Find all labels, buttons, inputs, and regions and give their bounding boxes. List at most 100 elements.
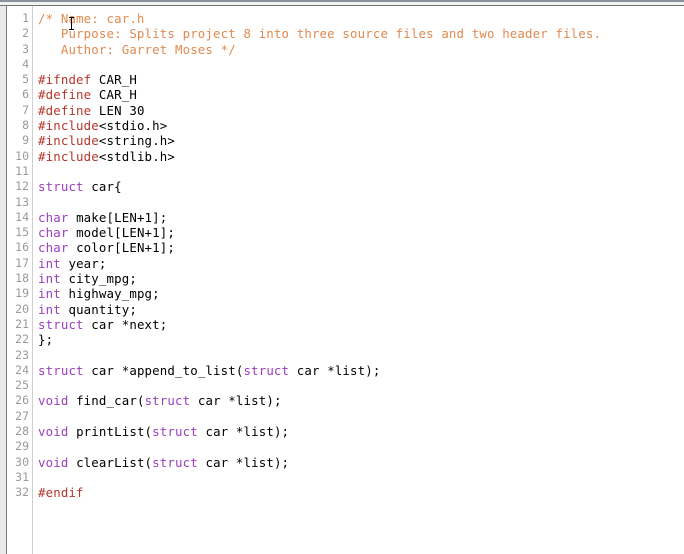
code-line[interactable]: #include<stdlib.h> — [38, 149, 684, 164]
code-line[interactable]: struct car{ — [38, 179, 684, 194]
line-number: 4 — [22, 56, 29, 71]
code-token-keyword: struct — [38, 316, 84, 332]
code-line[interactable]: /* Name: car.h — [38, 11, 684, 26]
code-line[interactable]: #ifndef CAR_H — [38, 72, 684, 87]
code-token-plain: <stdlib.h> — [98, 148, 175, 164]
code-token-plain: clearList( — [68, 454, 153, 470]
code-token-plain: city_mpg; — [60, 271, 137, 287]
code-line[interactable]: #define CAR_H — [38, 87, 684, 102]
code-token-keyword: struct — [152, 454, 198, 470]
code-token-preproc: #include — [38, 133, 99, 149]
line-number: 12 — [15, 179, 29, 194]
code-line[interactable]: void find_car(struct car *list); — [38, 393, 684, 408]
code-token-plain: <stdio.h> — [98, 118, 168, 134]
code-token-keyword: struct — [243, 362, 290, 378]
code-token-plain: car *list); — [197, 454, 290, 470]
code-text-area[interactable]: /* Name: car.h Purpose: Splits project 8… — [34, 6, 684, 554]
code-token-keyword: struct — [144, 393, 191, 409]
line-number: 27 — [15, 408, 29, 423]
code-token-preproc: #define — [38, 102, 92, 118]
code-line[interactable]: int city_mpg; — [38, 271, 684, 286]
code-token-keyword: char — [38, 209, 69, 225]
code-token-keyword: int — [38, 286, 61, 302]
code-token-keyword: char — [38, 240, 69, 256]
line-number: 9 — [22, 133, 29, 148]
code-token-plain: make[LEN+1]; — [68, 209, 168, 225]
line-number: 17 — [15, 255, 29, 270]
code-token-plain: <string.h> — [98, 133, 175, 149]
code-line[interactable]: struct car *next; — [38, 317, 684, 332]
editor-top-band-edge — [0, 0, 684, 2]
code-line[interactable] — [38, 195, 684, 210]
text-caret — [69, 17, 74, 30]
editor-marker-strip[interactable] — [0, 6, 7, 554]
code-token-keyword: char — [38, 225, 69, 241]
code-token-keyword: void — [38, 393, 69, 409]
line-number: 21 — [15, 316, 29, 331]
code-line[interactable]: #define LEN 30 — [38, 103, 684, 118]
line-number: 28 — [15, 424, 29, 439]
code-line[interactable]: char color[LEN+1]; — [38, 240, 684, 255]
line-number: 8 — [22, 118, 29, 133]
line-number: 3 — [22, 41, 29, 56]
line-number: 30 — [15, 454, 29, 469]
code-token-keyword: struct — [38, 179, 84, 195]
code-token-plain: }; — [38, 332, 54, 348]
line-number: 19 — [15, 286, 29, 301]
code-token-plain: car *next; — [83, 316, 168, 332]
code-line[interactable] — [38, 378, 684, 393]
line-number: 29 — [15, 439, 29, 454]
code-line[interactable]: char make[LEN+1]; — [38, 210, 684, 225]
code-line[interactable] — [38, 164, 684, 179]
line-number: 14 — [15, 209, 29, 224]
code-token-plain: CAR_H — [91, 72, 137, 88]
code-line[interactable]: Author: Garret Moses */ — [38, 42, 684, 57]
code-token-preproc: #ifndef — [38, 72, 92, 88]
line-number: 1 — [22, 11, 29, 25]
code-line[interactable]: Purpose: Splits project 8 into three sou… — [38, 26, 684, 41]
line-number: 22 — [15, 332, 29, 347]
line-number: 7 — [22, 102, 29, 117]
code-token-plain: color[LEN+1]; — [68, 240, 175, 256]
code-line[interactable] — [38, 470, 684, 485]
code-token-preproc: #include — [38, 118, 99, 134]
code-line[interactable]: #include<string.h> — [38, 133, 684, 148]
code-token-comment: Purpose: Splits project 8 into three sou… — [38, 26, 602, 42]
code-line[interactable]: int quantity; — [38, 302, 684, 317]
code-token-plain: year; — [60, 255, 107, 271]
code-line[interactable]: int year; — [38, 256, 684, 271]
line-number: 6 — [22, 87, 29, 102]
code-token-plain: car *list); — [190, 393, 282, 409]
code-line[interactable]: void clearList(struct car *list); — [38, 455, 684, 470]
code-line[interactable]: #endif — [38, 485, 684, 500]
code-token-keyword: int — [38, 271, 61, 287]
code-token-plain: model[LEN+1]; — [68, 225, 175, 241]
code-line[interactable]: void printList(struct car *list); — [38, 424, 684, 439]
code-token-plain: find_car( — [68, 393, 145, 409]
code-token-plain: car{ — [83, 179, 122, 195]
code-line[interactable] — [38, 57, 684, 72]
code-line[interactable] — [38, 439, 684, 454]
line-number: 10 — [15, 148, 29, 163]
code-line[interactable] — [38, 348, 684, 363]
code-line[interactable]: struct car *append_to_list(struct car *l… — [38, 363, 684, 378]
code-line[interactable]: }; — [38, 332, 684, 347]
code-line[interactable]: int highway_mpg; — [38, 286, 684, 301]
code-line[interactable] — [38, 409, 684, 424]
line-number: 24 — [15, 362, 29, 377]
code-token-keyword: struct — [152, 424, 198, 440]
code-token-keyword: void — [38, 454, 69, 470]
code-line[interactable]: char model[LEN+1]; — [38, 225, 684, 240]
line-number-gutter[interactable]: 1 2 3 4 5 6 7 8 9 10 11 12 13 14 15 16 17 18 19 20 21 22 23 24 2… — [8, 6, 33, 554]
code-token-keyword: void — [38, 424, 69, 440]
code-token-plain: CAR_H — [91, 87, 137, 103]
line-number-list: 1 2 3 4 5 6 7 8 9 10 11 12 13 14 15 16 17 18 19 20 21 22 23 24 2… — [8, 6, 32, 501]
code-token-plain: car *list); — [197, 424, 290, 440]
code-line[interactable]: #include<stdio.h> — [38, 118, 684, 133]
line-number: 25 — [15, 378, 29, 393]
line-number: 32 — [15, 485, 29, 500]
code-token-plain: car *append_to_list( — [83, 362, 244, 378]
code-token-preproc: #include — [38, 148, 99, 164]
line-number: 11 — [15, 163, 29, 178]
line-number: 31 — [15, 469, 29, 484]
